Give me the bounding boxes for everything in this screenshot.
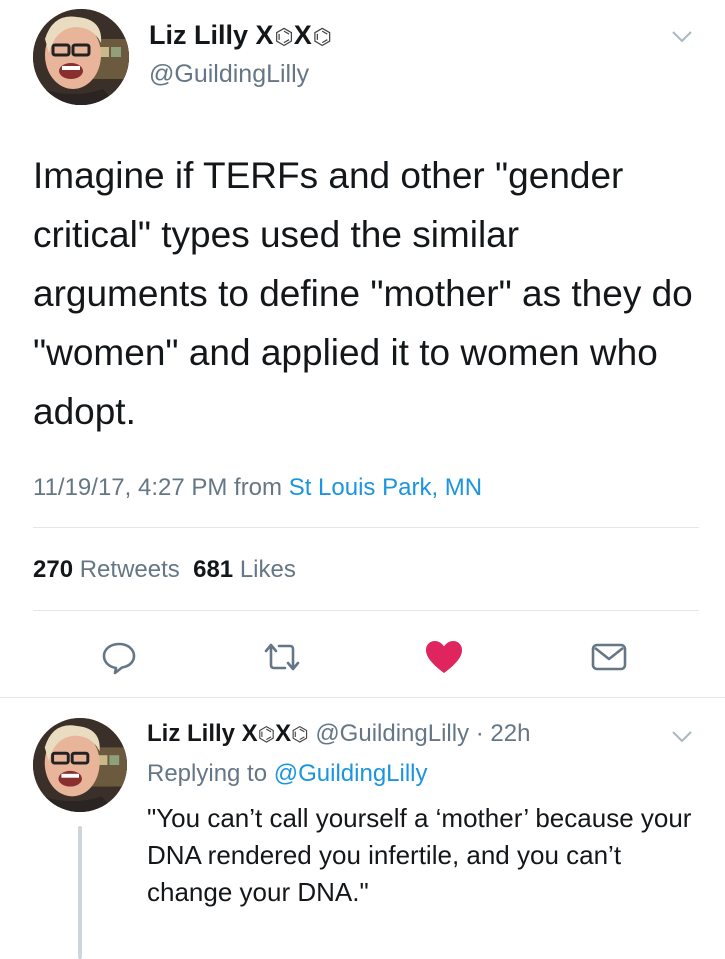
envelope-icon [591, 643, 627, 671]
tweet-timestamp: 11/19/17, 4:27 PM from [33, 474, 289, 501]
likes-label: Likes [239, 556, 296, 583]
tweet-location-link[interactable]: St Louis Park, MN [289, 474, 482, 501]
direct-message-button[interactable] [584, 634, 634, 680]
reply-author-avatar[interactable] [33, 718, 127, 812]
reply-handle-time: @GuildingLilly · 22h [315, 720, 531, 747]
hexagon-icon: ⌬ [257, 724, 276, 746]
reply-author-name-text: Liz Lilly X [147, 720, 258, 747]
divider [33, 527, 699, 528]
heart-filled-icon [426, 641, 462, 673]
hexagon-icon: ⌬ [312, 24, 332, 49]
divider [33, 610, 699, 611]
author-handle[interactable]: @GuildingLilly [149, 60, 309, 89]
reply-text: "You can’t call yourself a ‘mother’ beca… [147, 803, 692, 907]
reply-button[interactable] [94, 634, 144, 680]
hexagon-icon: ⌬ [291, 724, 309, 746]
author-avatar[interactable] [33, 9, 129, 105]
chevron-down-icon[interactable] [671, 30, 693, 49]
speech-bubble-icon [102, 642, 136, 675]
likes-stat[interactable]: 681 Likes [193, 556, 296, 583]
author-name[interactable]: Liz Lilly X⌬X⌬ [149, 20, 332, 51]
reply-author-name-x: X [275, 720, 292, 747]
hexagon-icon: ⌬ [274, 24, 294, 49]
reply-author-name[interactable]: Liz Lilly X⌬X⌬ @GuildingLilly · 22h [147, 720, 530, 748]
thread-connector-line [78, 826, 82, 959]
reply-chevron-down-icon[interactable] [671, 730, 693, 749]
author-name-text: Liz Lilly X [149, 20, 274, 50]
like-button[interactable] [420, 634, 468, 680]
retweets-stat[interactable]: 270 Retweets [33, 556, 180, 583]
retweet-icon [264, 643, 300, 671]
replying-to-prefix: Replying to [147, 760, 274, 787]
retweets-label: Retweets [79, 556, 180, 583]
retweets-count: 270 [33, 556, 74, 583]
tweet-text: Imagine if TERFs and other "gender criti… [33, 155, 693, 432]
author-name-x: X [293, 20, 312, 50]
retweet-button[interactable] [256, 634, 308, 680]
likes-count: 681 [193, 556, 234, 583]
divider [0, 697, 725, 698]
tweet-meta: 11/19/17, 4:27 PM from St Louis Park, MN [33, 474, 482, 502]
replying-to: Replying to @GuildingLilly [147, 760, 428, 788]
replying-to-handle-link[interactable]: @GuildingLilly [274, 760, 428, 787]
tweet-stats: 270 Retweets 681 Likes [33, 556, 296, 584]
